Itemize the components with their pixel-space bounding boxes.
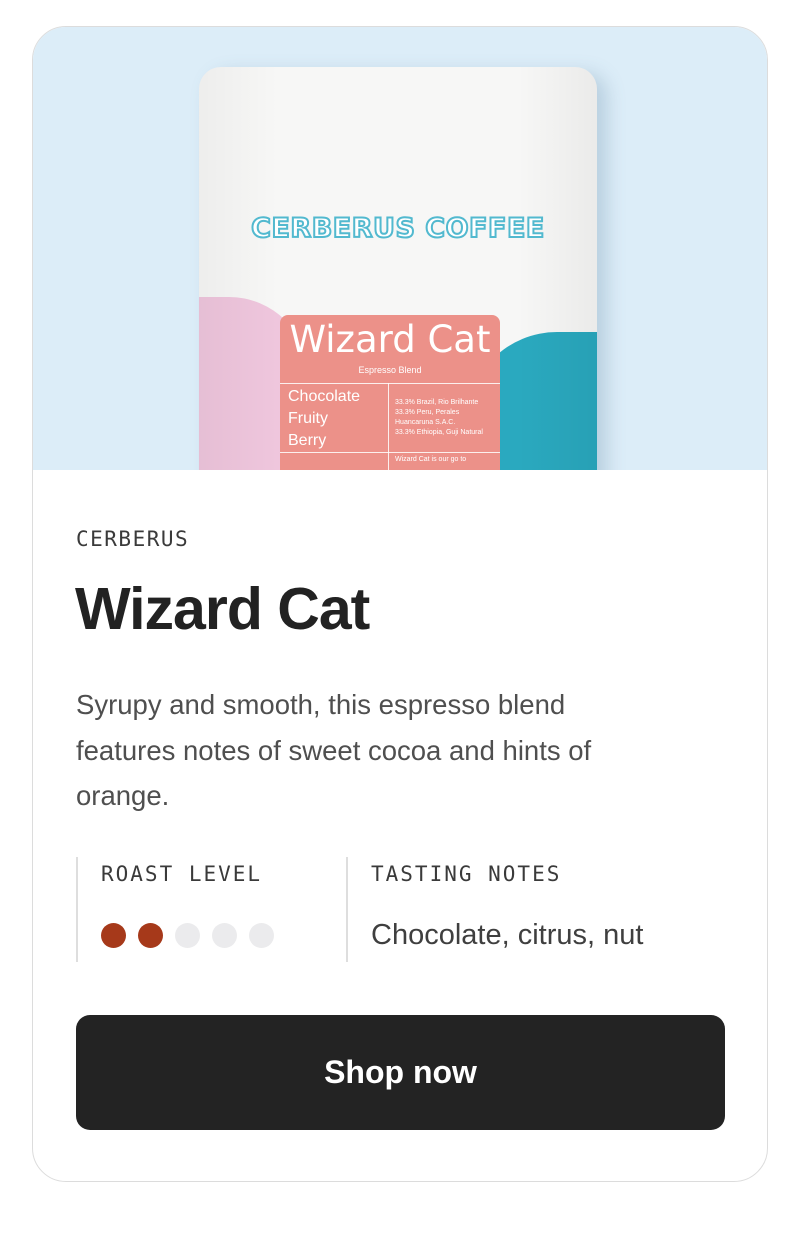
roast-level-label: ROAST LEVEL [101,862,263,886]
bag-label-notes: Chocolate Fruity Berry [288,388,361,449]
roast-dot-empty [212,923,237,948]
roast-dot-empty [175,923,200,948]
shop-now-button[interactable]: Shop now [76,1015,725,1130]
product-image: CERBERUS COFFEE Wizard Cat Espresso Blen… [33,27,767,470]
bag-body: CERBERUS COFFEE Wizard Cat Espresso Blen… [199,67,597,470]
tasting-notes-value: Chocolate, citrus, nut [371,919,644,951]
roast-level-section: ROAST LEVEL [76,857,346,962]
bag-label-name: Wizard Cat [289,318,491,361]
bag-label-subtitle: Espresso Blend [358,365,422,375]
bag-label-origins: 33.3% Brazil, Rio Brilhante 33.3% Peru, … [395,399,483,436]
tasting-notes-label: TASTING NOTES [371,862,562,886]
tasting-notes-section: TASTING NOTES Chocolate, citrus, nut [346,857,728,962]
roast-dot-empty [249,923,274,948]
product-card: CERBERUS COFFEE Wizard Cat Espresso Blen… [32,26,768,1182]
roast-dot-filled [138,923,163,948]
bag-brand-logo: CERBERUS COFFEE [250,212,545,245]
coffee-bag-image: CERBERUS COFFEE Wizard Cat Espresso Blen… [199,67,597,470]
bag-label: Wizard Cat Espresso Blend Chocolate Frui… [280,315,500,470]
roast-level-indicator [101,923,274,948]
roaster-name: CERBERUS [76,527,190,551]
roast-dot-filled [101,923,126,948]
product-title: Wizard Cat [75,576,370,642]
product-description: Syrupy and smooth, this espresso blend f… [76,689,592,811]
bag-label-footer: Wizard Cat is our go to [395,456,467,463]
